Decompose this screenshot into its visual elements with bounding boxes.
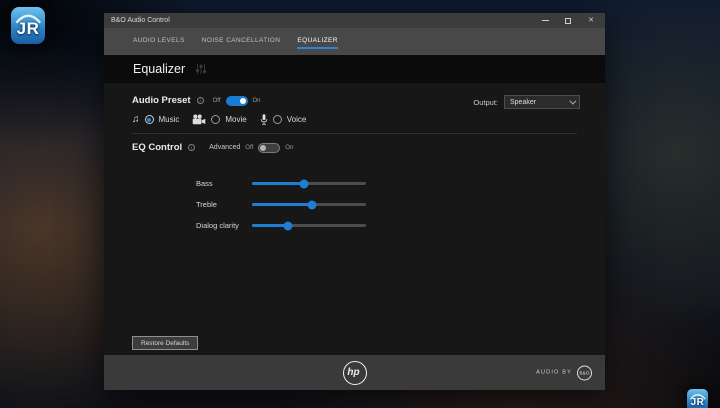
eq-sliders: Bass Treble Dialog c bbox=[132, 173, 577, 236]
audio-preset-toggle[interactable] bbox=[226, 96, 248, 106]
dialog-clarity-label: Dialog clarity bbox=[196, 221, 252, 230]
window-controls: ✕ bbox=[539, 15, 605, 27]
music-label: Music bbox=[159, 115, 180, 124]
advanced-off-label: Off bbox=[245, 145, 253, 151]
equalizer-icon bbox=[195, 63, 207, 75]
restore-defaults-button[interactable]: Restore Defaults bbox=[132, 336, 198, 350]
voice-radio[interactable] bbox=[273, 115, 282, 124]
close-icon: ✕ bbox=[588, 17, 594, 24]
bass-label: Bass bbox=[196, 179, 252, 188]
bass-slider[interactable] bbox=[252, 182, 366, 185]
toggle-knob bbox=[260, 145, 266, 151]
treble-slider-thumb[interactable] bbox=[308, 200, 317, 209]
bo-logo-icon: B&O bbox=[577, 365, 592, 380]
preset-options-row: ♫ Music Movie bbox=[132, 113, 577, 126]
minimize-button[interactable] bbox=[539, 15, 551, 27]
audio-by-branding: AUDIO BY B&O bbox=[536, 365, 592, 380]
movie-label: Movie bbox=[225, 115, 246, 124]
titlebar[interactable]: B&O Audio Control ✕ bbox=[104, 13, 605, 28]
eq-control-section: EQ Control i Advanced Off On Bass bbox=[104, 134, 605, 236]
music-note-icon: ♫ bbox=[132, 115, 140, 125]
voice-label: Voice bbox=[287, 115, 307, 124]
preset-option-movie[interactable]: Movie bbox=[192, 114, 246, 125]
bass-slider-fill bbox=[252, 182, 304, 185]
output-select[interactable]: Speaker bbox=[504, 95, 580, 109]
tab-equalizer[interactable]: EQUALIZER bbox=[297, 34, 337, 49]
bass-slider-row: Bass bbox=[196, 173, 577, 194]
dialog-clarity-slider-row: Dialog clarity bbox=[196, 215, 577, 236]
output-group: Output: Speaker bbox=[473, 95, 580, 109]
jr-arc-icon bbox=[689, 392, 707, 400]
audio-preset-info-icon[interactable]: i bbox=[197, 97, 204, 104]
advanced-toggle[interactable] bbox=[258, 143, 280, 153]
tab-audio-levels[interactable]: AUDIO LEVELS bbox=[133, 34, 185, 49]
tab-noise-cancellation[interactable]: NOISE CANCELLATION bbox=[202, 34, 281, 49]
advanced-on-label: On bbox=[285, 145, 293, 151]
preset-option-voice[interactable]: Voice bbox=[260, 113, 307, 126]
microphone-icon bbox=[260, 113, 268, 126]
close-button[interactable]: ✕ bbox=[585, 15, 597, 27]
hp-logo-text: hp bbox=[347, 367, 361, 378]
maximize-button[interactable] bbox=[562, 15, 574, 27]
audio-preset-off-label: Off bbox=[213, 98, 221, 104]
jr-watermark-logo: JR bbox=[11, 7, 45, 44]
treble-slider-fill bbox=[252, 203, 312, 206]
preset-option-music[interactable]: ♫ Music bbox=[132, 115, 179, 125]
output-label: Output: bbox=[473, 98, 498, 107]
audio-preset-on-label: On bbox=[253, 98, 261, 104]
bo-logo-text: B&O bbox=[579, 370, 589, 375]
page-header: Equalizer bbox=[104, 55, 605, 83]
audio-by-label: AUDIO BY bbox=[536, 370, 572, 376]
eq-control-info-icon[interactable]: i bbox=[188, 144, 195, 151]
bass-slider-thumb[interactable] bbox=[300, 179, 309, 188]
movie-camera-icon bbox=[192, 114, 206, 125]
toggle-knob bbox=[240, 98, 246, 104]
treble-slider[interactable] bbox=[252, 203, 366, 206]
jr-arc-icon bbox=[14, 11, 43, 25]
dialog-clarity-slider[interactable] bbox=[252, 224, 366, 227]
output-selected-value: Speaker bbox=[510, 99, 569, 106]
page-title: Equalizer bbox=[133, 62, 185, 76]
hp-logo-icon: hp bbox=[343, 361, 367, 385]
maximize-icon bbox=[565, 18, 571, 24]
window-title: B&O Audio Control bbox=[104, 17, 539, 24]
eq-control-label: EQ Control bbox=[132, 142, 182, 153]
chevron-down-icon bbox=[569, 97, 576, 104]
eq-control-row: EQ Control i Advanced Off On bbox=[132, 142, 577, 153]
dialog-clarity-slider-thumb[interactable] bbox=[284, 221, 293, 230]
movie-radio[interactable] bbox=[211, 115, 220, 124]
tab-bar: AUDIO LEVELS NOISE CANCELLATION EQUALIZE… bbox=[104, 28, 605, 55]
jr-watermark-logo-small: JR bbox=[687, 389, 708, 408]
treble-slider-row: Treble bbox=[196, 194, 577, 215]
treble-label: Treble bbox=[196, 200, 252, 209]
audio-preset-label: Audio Preset bbox=[132, 95, 191, 106]
desktop-background: JR B&O Audio Control ✕ AUDIO LEVELS NOIS… bbox=[0, 0, 720, 408]
minimize-icon bbox=[542, 20, 549, 21]
advanced-label: Advanced bbox=[209, 144, 240, 151]
window-footer: hp AUDIO BY B&O bbox=[104, 355, 605, 390]
bo-audio-control-window: B&O Audio Control ✕ AUDIO LEVELS NOISE C… bbox=[104, 13, 605, 390]
music-radio[interactable] bbox=[145, 115, 154, 124]
